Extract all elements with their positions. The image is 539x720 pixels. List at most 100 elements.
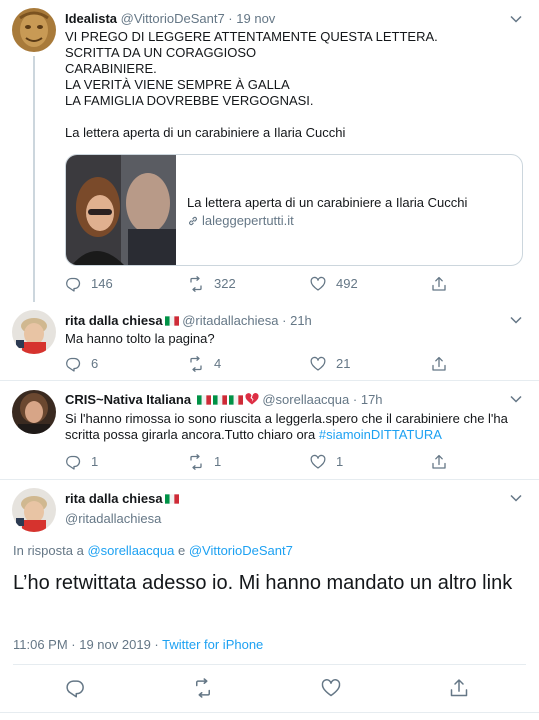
- retweet-icon: [190, 356, 202, 372]
- retweet-button[interactable]: 1: [188, 454, 221, 470]
- tweet-line: La lettera aperta di un carabiniere a Il…: [65, 125, 346, 140]
- tweet-time[interactable]: 17h: [361, 392, 383, 407]
- author-handle[interactable]: @VittorioDeSant7: [121, 11, 225, 26]
- tweet-line: VI PREGO DI LEGGERE ATTENTAMENTE QUESTA …: [65, 29, 438, 44]
- avatar-cris[interactable]: [12, 390, 56, 434]
- author-name[interactable]: rita dalla chiesa: [65, 313, 179, 328]
- chevron-down-icon[interactable]: [509, 313, 523, 327]
- retweet-count: 1: [214, 454, 222, 469]
- chevron-down-icon[interactable]: [509, 12, 523, 26]
- author-handle[interactable]: @sorellaacqua: [262, 392, 349, 407]
- broken-heart-icon: [245, 393, 259, 405]
- tweet-line: LA FAMIGLIA DOVREBBE VERGOGNASI.: [65, 93, 314, 108]
- card-domain: laleggepertutti.it: [187, 213, 294, 228]
- share-button[interactable]: [431, 454, 457, 470]
- tweet-actions: 146 322 492: [65, 276, 455, 294]
- divider: [0, 712, 539, 713]
- share-icon: [432, 454, 446, 469]
- tweet-header: rita dalla chiesa @ritadallachiesa · 21h: [65, 313, 312, 328]
- reply-prefix: In risposta a: [13, 543, 88, 558]
- reply-icon: [66, 277, 81, 292]
- author-name[interactable]: Idealista: [65, 11, 117, 26]
- focused-tweet-actions: [0, 678, 539, 698]
- reply-button[interactable]: 6: [65, 356, 98, 372]
- italy-flag-icon: [164, 316, 179, 326]
- tweet-header: CRIS~Nativa Italiana @sorellaacqua · 17h: [65, 392, 383, 407]
- retweet-icon: [196, 678, 210, 698]
- author-name-text: rita dalla chiesa: [65, 313, 163, 328]
- tweet-text: VI PREGO DI LEGGERE ATTENTAMENTE QUESTA …: [65, 29, 438, 141]
- italy-flag-icon: [228, 395, 243, 405]
- hashtag-link[interactable]: #siamoinDITTATURA: [319, 427, 442, 442]
- tweet-line: Si l'hanno rimossa io sono riuscita a le…: [65, 411, 508, 426]
- reply-context: In risposta a @sorellaacqua e @VittorioD…: [13, 543, 293, 558]
- tweet-header: Idealista @VittorioDeSant7 · 19 nov: [65, 11, 275, 26]
- tweet-source-link[interactable]: Twitter for iPhone: [162, 637, 263, 652]
- author-name[interactable]: rita dalla chiesa: [65, 491, 179, 506]
- share-button[interactable]: [431, 276, 457, 292]
- tweet-idealista[interactable]: Idealista @VittorioDeSant7 · 19 nov VI P…: [0, 0, 539, 302]
- reply-button[interactable]: [65, 678, 85, 698]
- tweet-time[interactable]: 21h: [290, 313, 312, 328]
- author-name-text: CRIS~Nativa Italiana: [65, 392, 192, 407]
- reply-count: 1: [91, 454, 99, 469]
- avatar-idealista[interactable]: [12, 8, 56, 52]
- share-icon: [432, 356, 446, 371]
- tweet-line: CARABINIERE.: [65, 61, 157, 76]
- link-icon: [189, 216, 197, 225]
- retweet-button[interactable]: [193, 678, 213, 698]
- reply-icon: [66, 455, 81, 470]
- like-icon: [310, 276, 326, 291]
- tweet-rita-reply[interactable]: rita dalla chiesa @ritadallachiesa · 21h…: [0, 300, 539, 380]
- like-button[interactable]: 21: [310, 356, 350, 372]
- tweet-line: SCRITTA DA UN CORAGGIOSO: [65, 45, 257, 60]
- like-button[interactable]: 492: [310, 276, 358, 292]
- like-count: 1: [336, 454, 344, 469]
- like-icon: [321, 679, 341, 697]
- mention-link[interactable]: @VittorioDeSant7: [189, 543, 293, 558]
- reply-count: 6: [91, 356, 99, 371]
- like-icon: [310, 356, 326, 371]
- retweet-button[interactable]: 322: [188, 276, 236, 292]
- tweet-text: Ma hanno tolto la pagina?: [65, 331, 215, 346]
- mention-link[interactable]: @sorellaacqua: [87, 543, 174, 558]
- separator-dot: ·: [150, 637, 163, 652]
- reply-count: 146: [91, 276, 113, 291]
- tweet-line-text: scritta possa girarla ancora.Tutto chiar…: [65, 427, 319, 442]
- thread-line: [33, 56, 35, 302]
- card-title: La lettera aperta di un carabiniere a Il…: [187, 195, 468, 210]
- card-image: [66, 155, 176, 265]
- share-button[interactable]: [449, 678, 469, 698]
- link-card[interactable]: La lettera aperta di un carabiniere a Il…: [65, 154, 523, 266]
- author-name[interactable]: CRIS~Nativa Italiana: [65, 392, 262, 407]
- like-count: 21: [336, 356, 351, 371]
- tweet-timestamp[interactable]: 11:06 PM · 19 nov 2019: [13, 637, 151, 652]
- author-name-text: rita dalla chiesa: [65, 491, 163, 506]
- reply-button[interactable]: 1: [65, 454, 98, 470]
- share-button[interactable]: [431, 356, 457, 372]
- retweet-count: 4: [214, 356, 222, 371]
- like-button[interactable]: [321, 678, 341, 698]
- like-icon: [310, 454, 326, 469]
- share-icon: [450, 679, 468, 697]
- separator-dot: ·: [352, 392, 358, 407]
- avatar-rita[interactable]: [12, 488, 56, 532]
- retweet-icon: [190, 454, 202, 470]
- italy-flag-icon: [164, 494, 179, 504]
- chevron-down-icon[interactable]: [509, 392, 523, 406]
- like-button[interactable]: 1: [310, 454, 343, 470]
- tweet-text: Si l'hanno rimossa io sono riuscita a le…: [65, 411, 508, 443]
- tweet-line: LA VERITÀ VIENE SEMPRE À GALLA: [65, 77, 290, 92]
- tweet-line: scritta possa girarla ancora.Tutto chiar…: [65, 427, 508, 443]
- tweet-actions: 6 4 21: [65, 356, 455, 374]
- reply-conjunction: e: [174, 543, 189, 558]
- author-handle[interactable]: @ritadallachiesa: [182, 313, 278, 328]
- avatar-rita[interactable]: [12, 310, 56, 354]
- chevron-down-icon[interactable]: [509, 491, 523, 505]
- tweet-cris-reply[interactable]: CRIS~Nativa Italiana @sorellaacqua · 17h…: [0, 381, 539, 479]
- retweet-button[interactable]: 4: [188, 356, 221, 372]
- tweet-time[interactable]: 19 nov: [236, 11, 275, 26]
- separator-dot: ·: [282, 313, 287, 328]
- reply-button[interactable]: 146: [65, 276, 113, 292]
- author-handle[interactable]: @ritadallachiesa: [65, 511, 161, 526]
